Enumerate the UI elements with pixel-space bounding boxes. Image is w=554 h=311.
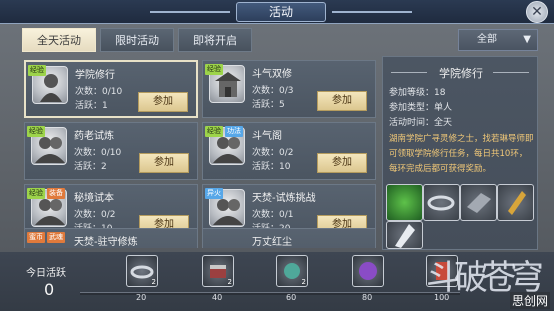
jade-disc-icon[interactable] xyxy=(386,184,423,221)
activity-count: 次数：0/2 xyxy=(74,210,116,220)
chest-count: 2 xyxy=(301,278,306,286)
activity-count: 次数：0/2 xyxy=(252,148,294,158)
soul-badge: 武魂 xyxy=(47,232,65,243)
activity-grid: 经验 学院修行 次数：0/10 活跃：1 参加 经验 斗气双修 次数：0/3 活… xyxy=(24,60,376,248)
daily-label: 今日活跃 xyxy=(26,268,66,279)
join-button[interactable]: 参加 xyxy=(138,92,188,112)
detail-type: 参加类型：单人 xyxy=(389,103,453,113)
fire-badge: 异火 xyxy=(205,188,223,199)
activity-card-tianfen-garrison[interactable]: 蜜币 武魂 天焚-驻守修炼 xyxy=(24,228,198,248)
activity-points: 活跃：2 xyxy=(74,162,107,172)
gold-scroll-icon[interactable] xyxy=(497,184,534,221)
tab-coming-soon[interactable]: 即将开启 xyxy=(178,28,252,52)
box-chest-icon[interactable]: 2 xyxy=(202,255,234,287)
exp-badge: 经验 xyxy=(205,126,223,137)
detail-time: 活动时间：全天 xyxy=(389,118,453,128)
exp-badge: 经验 xyxy=(27,126,45,137)
activity-name: 万丈红尘 xyxy=(252,237,292,248)
activity-name: 秘境试本 xyxy=(74,193,114,204)
activity-name: 斗气双修 xyxy=(252,69,292,80)
activity-card-mortal-world[interactable]: 万丈红尘 xyxy=(202,228,376,248)
chevron-down-icon: ▼ xyxy=(523,34,531,45)
join-button[interactable]: 参加 xyxy=(139,153,189,173)
coin-badge: 蜜币 xyxy=(27,232,45,243)
milestone-20: 20 xyxy=(136,293,147,302)
activity-name: 药老试炼 xyxy=(74,131,114,142)
window-title: 活动 xyxy=(236,2,326,22)
activity-points: 活跃：10 xyxy=(252,162,291,172)
watermark: 思创网 xyxy=(509,292,550,309)
daily-value: 0 xyxy=(44,280,55,299)
activity-card-dual-cultivation[interactable]: 经验 斗气双修 次数：0/3 活跃：5 参加 xyxy=(202,60,376,118)
tab-limited-time[interactable]: 限时活动 xyxy=(100,28,174,52)
tab-bar: 全天活动 限时活动 即将开启 xyxy=(22,28,252,52)
activity-count: 次数：0/10 xyxy=(74,148,122,158)
purple-chest-icon[interactable] xyxy=(352,255,384,287)
equipment-badge: 装备 xyxy=(47,188,65,199)
activity-name: 斗气阁 xyxy=(252,131,282,142)
title-ornament-left xyxy=(150,11,230,13)
activity-count: 次数：0/3 xyxy=(252,86,294,96)
activity-name: 天焚-驻守修炼 xyxy=(74,237,138,248)
activity-count: 次数：0/1 xyxy=(252,210,294,220)
activity-card-academy-training[interactable]: 经验 学院修行 次数：0/10 活跃：1 参加 xyxy=(24,60,198,118)
filter-selected: 全部 xyxy=(477,34,497,45)
title-ornament-right xyxy=(493,72,529,73)
tab-all-day[interactable]: 全天活动 xyxy=(22,28,96,52)
join-button[interactable]: 参加 xyxy=(317,153,367,173)
exp-badge: 经验 xyxy=(28,65,46,76)
milestone-60: 60 xyxy=(286,293,297,302)
ring-chest-icon[interactable]: 2 xyxy=(126,255,158,287)
close-button[interactable]: ✕ xyxy=(526,1,548,23)
detail-title: 学院修行 xyxy=(439,67,483,80)
title-bar: 活动 ✕ xyxy=(0,0,554,24)
activity-points: 活跃：1 xyxy=(75,101,108,111)
exp-badge: 经验 xyxy=(205,64,223,75)
title-ornament-right xyxy=(332,11,412,13)
activity-card-douqi-pavilion[interactable]: 经验 功法 斗气阁 次数：0/2 活跃：10 参加 xyxy=(202,122,376,180)
white-crystal-icon[interactable] xyxy=(386,221,423,249)
detail-description: 湖南学院广寻灵修之士，找若琳导师即可领取学院修行任务，每日共10环，每环完成后都… xyxy=(389,134,534,174)
milestone-40: 40 xyxy=(212,293,223,302)
activity-points: 活跃：5 xyxy=(252,100,285,110)
detail-level: 参加等级：18 xyxy=(389,88,446,98)
activity-card-yao-trial[interactable]: 经验 药老试炼 次数：0/10 活跃：2 参加 xyxy=(24,122,198,180)
activity-name: 学院修行 xyxy=(75,70,115,81)
chest-count: 2 xyxy=(151,278,156,286)
chest-count: 2 xyxy=(227,278,232,286)
filter-dropdown[interactable]: 全部 ▼ xyxy=(458,29,538,51)
silver-ring-icon[interactable] xyxy=(423,184,460,221)
skill-badge: 功法 xyxy=(225,126,243,137)
crystal-shard-icon[interactable] xyxy=(460,184,497,221)
activity-count: 次数：0/10 xyxy=(75,87,123,97)
join-button[interactable]: 参加 xyxy=(317,91,367,111)
exp-badge: 经验 xyxy=(27,188,45,199)
jade-chest-icon[interactable]: 2 xyxy=(276,255,308,287)
activity-name: 天焚-试炼挑战 xyxy=(252,193,316,204)
milestone-80: 80 xyxy=(362,293,373,302)
close-icon: ✕ xyxy=(531,4,543,20)
